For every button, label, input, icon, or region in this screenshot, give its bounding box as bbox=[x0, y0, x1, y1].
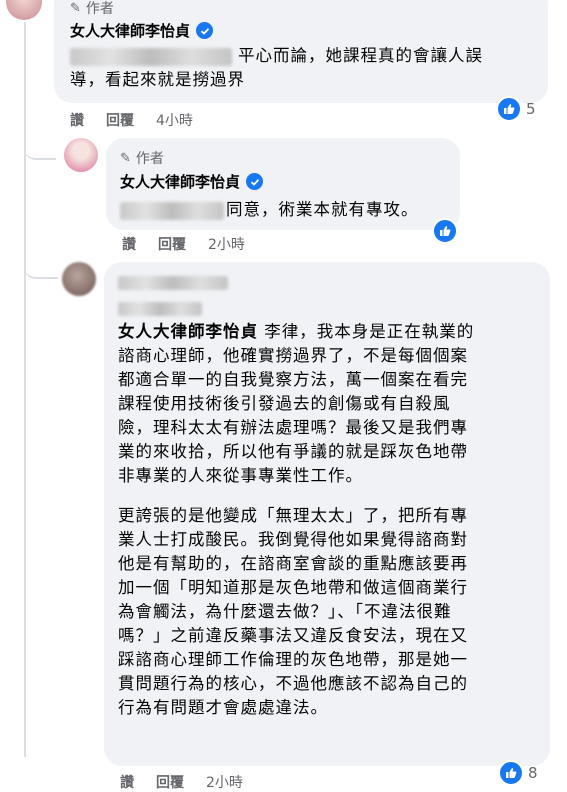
redacted-mention bbox=[120, 201, 224, 220]
timestamp[interactable]: 2小時 bbox=[208, 234, 245, 254]
paragraph: 更誇張的是他變成「無理太太」了，把所有專 業人士打成酸民。我倒覺得他如果覺得諮商… bbox=[118, 506, 468, 717]
avatar[interactable] bbox=[62, 262, 96, 296]
timestamp[interactable]: 2小時 bbox=[206, 772, 243, 792]
comment-bubble: ✎ 作者 女人大律師李怡貞 同意，術業本就有專攻。 bbox=[106, 138, 460, 230]
like-button[interactable]: 讚 bbox=[70, 110, 84, 130]
thread-connector bbox=[24, 120, 56, 160]
thumbs-up-icon bbox=[498, 760, 524, 786]
thumbs-up-icon bbox=[496, 96, 522, 122]
comment-actions: 讚 回覆 2小時 bbox=[122, 234, 245, 254]
comment-actions: 讚 回覆 4小時 bbox=[70, 110, 193, 130]
avatar[interactable] bbox=[64, 138, 98, 172]
comment-actions: 讚 回覆 2小時 bbox=[120, 772, 243, 792]
pen-icon: ✎ bbox=[70, 0, 81, 16]
verified-badge-icon bbox=[196, 22, 214, 39]
redacted-commenter-name bbox=[118, 272, 228, 291]
redacted-mention bbox=[70, 47, 232, 66]
mention-link[interactable]: 女人大律師李怡貞 bbox=[118, 322, 258, 341]
reaction-summary[interactable]: 8 bbox=[498, 760, 538, 786]
redacted-commenter-info bbox=[118, 298, 202, 317]
reaction-summary[interactable] bbox=[432, 218, 458, 244]
commenter-name[interactable]: 女人大律師李怡貞 bbox=[70, 20, 214, 41]
reaction-count: 8 bbox=[528, 764, 538, 782]
reply-button[interactable]: 回覆 bbox=[158, 234, 186, 254]
avatar[interactable] bbox=[6, 0, 42, 20]
like-button[interactable]: 讚 bbox=[122, 234, 136, 254]
reaction-summary[interactable]: 5 bbox=[496, 96, 536, 122]
thumbs-up-icon bbox=[432, 218, 458, 244]
comment-bubble: ✎ 作者 女人大律師李怡貞 平心而論，她課程真的會讓人誤 導，看起來就是撈過界 bbox=[54, 0, 548, 103]
commenter-name[interactable]: 女人大律師李怡貞 bbox=[120, 171, 264, 192]
reply-button[interactable]: 回覆 bbox=[156, 772, 184, 792]
verified-badge-icon bbox=[246, 173, 264, 190]
pen-icon: ✎ bbox=[120, 150, 131, 166]
comment-text: 平心而論，她課程真的會讓人誤 導，看起來就是撈過界 bbox=[70, 46, 483, 89]
reply-button[interactable]: 回覆 bbox=[106, 110, 134, 130]
thread-connector bbox=[24, 235, 58, 279]
author-badge: ✎ 作者 bbox=[70, 0, 114, 18]
author-badge: ✎ 作者 bbox=[120, 150, 164, 168]
paragraph: 女人大律師李怡貞 李律，我本身是正在執業的 諮商心理師，他確實撈過界了，不是每個… bbox=[118, 322, 475, 485]
reaction-count: 5 bbox=[526, 100, 536, 118]
comment-text: 同意，術業本就有專攻。 bbox=[120, 198, 419, 222]
comment-bubble: 女人大律師李怡貞 李律，我本身是正在執業的 諮商心理師，他確實撈過界了，不是每個… bbox=[104, 262, 550, 766]
comment-text: 女人大律師李怡貞 李律，我本身是正在執業的 諮商心理師，他確實撈過界了，不是每個… bbox=[118, 320, 544, 720]
like-button[interactable]: 讚 bbox=[120, 772, 134, 792]
timestamp[interactable]: 4小時 bbox=[156, 110, 193, 130]
